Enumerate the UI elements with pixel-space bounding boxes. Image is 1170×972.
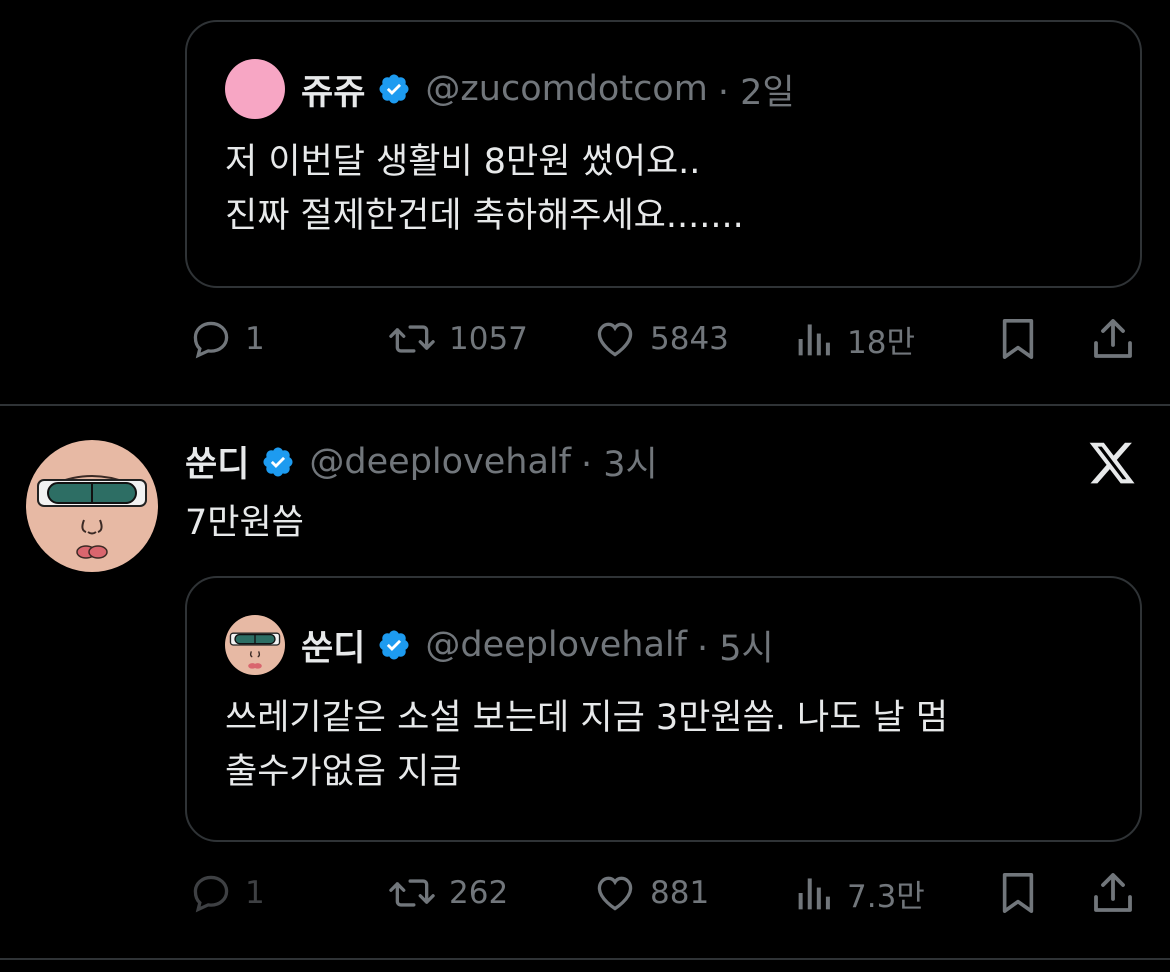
reply-count: 1: [245, 321, 265, 357]
bookmark-button[interactable]: [997, 309, 1039, 369]
views-count: 18만: [847, 324, 915, 361]
tweet-divider: [0, 404, 1170, 406]
like-button[interactable]: 881: [592, 863, 709, 923]
user-handle[interactable]: @deeplovehalf: [425, 625, 687, 665]
reply-count: 1: [245, 875, 265, 911]
quoted-tweet-text: 저 이번달 생활비 8만원 썼어요.. 진짜 절제한건데 축하해주세요.....…: [225, 135, 744, 243]
share-button[interactable]: [1089, 863, 1137, 923]
x-logo-icon[interactable]: [1086, 438, 1138, 488]
quoted-tweet-card[interactable]: 쥬쥬 @zucomdotcom · 2일 저 이번달 생활비 8만원 썼어요..…: [185, 20, 1142, 288]
timestamp[interactable]: · 3시: [581, 436, 658, 487]
tweet-header: 쑨디 @deeplovehalf · 3시: [185, 436, 658, 487]
views-chart-icon: [798, 878, 830, 910]
avatar[interactable]: [225, 615, 285, 675]
text-line: 출수가없음 지금: [225, 752, 462, 792]
retweet-button[interactable]: 262: [387, 863, 508, 923]
tweet-action-bar: 1 1057 5843 18만: [185, 309, 1142, 369]
bookmark-icon: [1002, 873, 1034, 913]
verified-badge-icon: [263, 446, 293, 477]
tweet-text: 7만원씀: [185, 503, 304, 543]
timestamp[interactable]: · 5시: [697, 620, 774, 671]
views-count: 7.3만: [847, 878, 925, 915]
quoted-tweet-header: 쥬쥬 @zucomdotcom · 2일: [225, 59, 795, 119]
views-button[interactable]: 18만: [795, 309, 915, 369]
reply-button[interactable]: 1: [189, 309, 265, 369]
share-icon: [1094, 319, 1132, 358]
text-line: 쓰레기같은 소설 보는데 지금 3만원씀. 나도 날 멈: [225, 698, 949, 738]
tweet-divider: [0, 958, 1170, 960]
reply-icon: [193, 321, 229, 359]
heart-icon: [597, 876, 633, 911]
retweet-icon: [389, 325, 435, 353]
views-button[interactable]: 7.3만: [795, 863, 925, 923]
tweet-action-bar: 1 262 881 7.3만: [185, 863, 1142, 923]
display-name[interactable]: 쑨디: [185, 436, 249, 487]
avatar[interactable]: [225, 59, 285, 119]
quoted-tweet-header: 쑨디 @deeplovehalf · 5시: [225, 615, 774, 675]
quoted-tweet-text: 쓰레기같은 소설 보는데 지금 3만원씀. 나도 날 멈 출수가없음 지금: [225, 691, 948, 799]
retweet-count: 1057: [449, 321, 528, 357]
reply-button[interactable]: 1: [189, 863, 265, 923]
text-line: 저 이번달 생활비 8만원 썼어요..: [225, 142, 701, 182]
timestamp[interactable]: · 2일: [718, 64, 795, 115]
verified-badge-icon: [379, 74, 409, 104]
share-button[interactable]: [1089, 309, 1137, 369]
bookmark-icon: [1002, 319, 1034, 359]
display-name[interactable]: 쥬쥬: [301, 64, 365, 115]
retweet-button[interactable]: 1057: [387, 309, 528, 369]
views-chart-icon: [798, 324, 830, 356]
user-handle[interactable]: @zucomdotcom: [425, 69, 707, 109]
verified-badge-icon: [379, 630, 409, 660]
like-count: 881: [650, 875, 710, 911]
user-handle[interactable]: @deeplovehalf: [309, 442, 571, 482]
like-count: 5843: [650, 321, 729, 357]
retweet-icon: [389, 879, 435, 907]
display-name[interactable]: 쑨디: [301, 620, 365, 671]
like-button[interactable]: 5843: [592, 309, 729, 369]
share-icon: [1094, 873, 1132, 912]
avatar[interactable]: [26, 440, 158, 572]
reply-icon: [193, 875, 229, 913]
heart-icon: [597, 322, 633, 357]
retweet-count: 262: [449, 875, 509, 911]
bookmark-button[interactable]: [997, 863, 1039, 923]
quoted-tweet-card[interactable]: 쑨디 @deeplovehalf · 5시 쓰레기같은 소설 보는데 지금 3만…: [185, 576, 1142, 842]
text-line: 진짜 절제한건데 축하해주세요.......: [225, 196, 744, 236]
